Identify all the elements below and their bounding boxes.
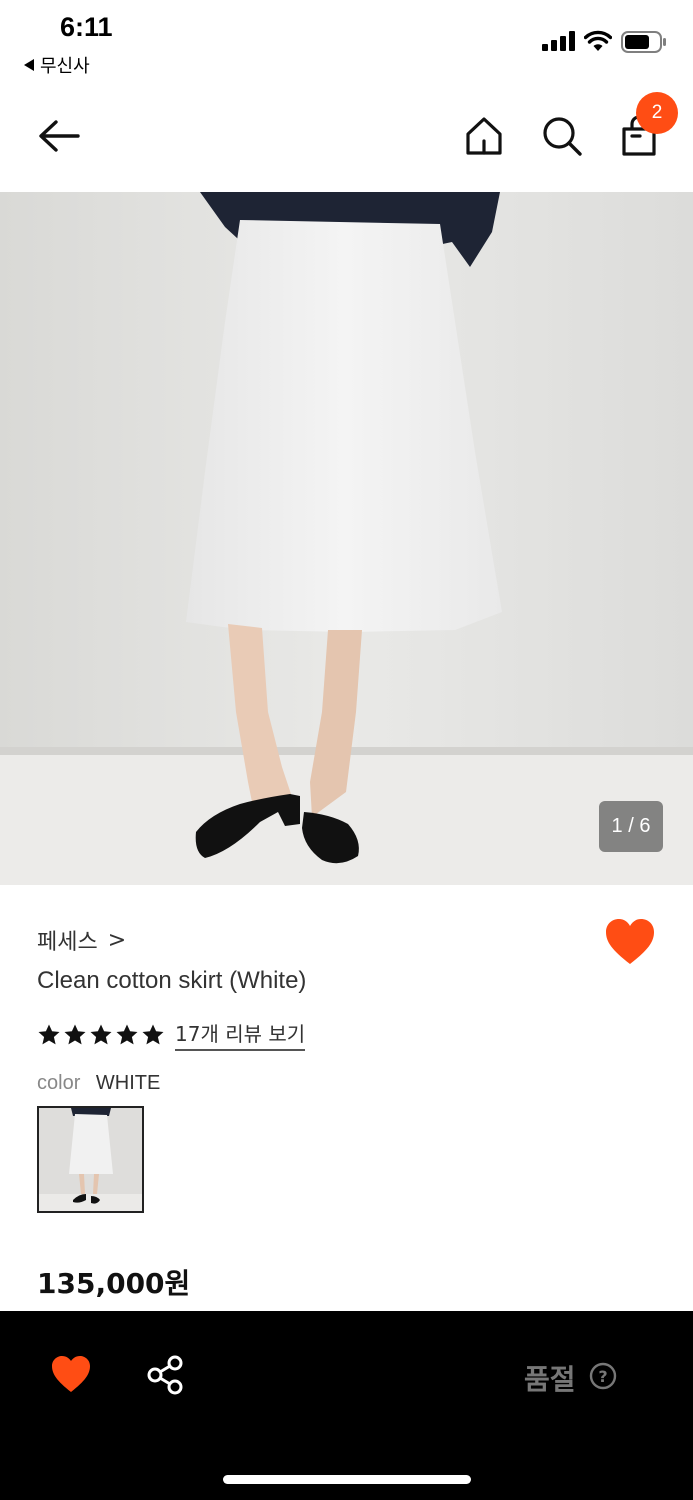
rating-stars xyxy=(37,1023,165,1047)
price: 135,000원 xyxy=(37,1267,191,1300)
battery-icon xyxy=(621,31,666,53)
status-bar: 6:11 무신사 xyxy=(0,0,693,80)
star-icon xyxy=(142,1024,164,1044)
chevron-right-icon: > xyxy=(107,927,127,953)
home-indicator xyxy=(223,1475,471,1484)
bottom-action-bar: 품절 ? xyxy=(0,1311,693,1500)
color-value: WHITE xyxy=(95,1072,161,1094)
star-icon xyxy=(90,1024,112,1044)
heart-icon[interactable] xyxy=(604,918,656,968)
cellular-signal-icon xyxy=(542,31,575,51)
color-option-thumbnail[interactable] xyxy=(37,1106,144,1213)
review-link[interactable]: 17개 리뷰 보기 xyxy=(175,1018,306,1051)
back-triangle-icon xyxy=(24,59,34,71)
product-name: Clean cotton skirt (White) xyxy=(37,967,307,994)
rating-row: 17개 리뷰 보기 xyxy=(37,1018,306,1051)
star-icon xyxy=(116,1024,138,1044)
wifi-icon xyxy=(584,30,612,51)
product-photo xyxy=(0,192,693,885)
sold-out-label: 품절 xyxy=(524,1363,576,1396)
top-nav-bar xyxy=(0,96,693,192)
back-app-label: 무신사 xyxy=(40,56,90,77)
help-icon[interactable]: ? xyxy=(589,1362,617,1390)
back-to-app-link[interactable]: 무신사 xyxy=(24,52,90,78)
star-icon xyxy=(38,1024,60,1044)
share-icon[interactable] xyxy=(146,1355,184,1395)
help-glyph: ? xyxy=(598,1367,607,1386)
brand-link[interactable]: 페세스 > xyxy=(37,924,126,956)
image-counter: 1 / 6 xyxy=(599,801,663,852)
color-label: color xyxy=(37,1072,81,1094)
brand-name: 페세스 xyxy=(37,930,98,955)
product-image-gallery[interactable] xyxy=(0,192,693,885)
color-row: color WHITE xyxy=(37,1072,160,1095)
home-icon[interactable] xyxy=(462,114,506,158)
heart-icon[interactable] xyxy=(50,1355,92,1395)
search-icon[interactable] xyxy=(540,114,584,158)
status-time: 6:11 xyxy=(60,12,113,42)
star-icon xyxy=(64,1024,86,1044)
cart-count-badge: 2 xyxy=(636,92,678,134)
back-arrow-icon[interactable] xyxy=(34,114,84,158)
thumbnail-photo xyxy=(39,1108,142,1211)
